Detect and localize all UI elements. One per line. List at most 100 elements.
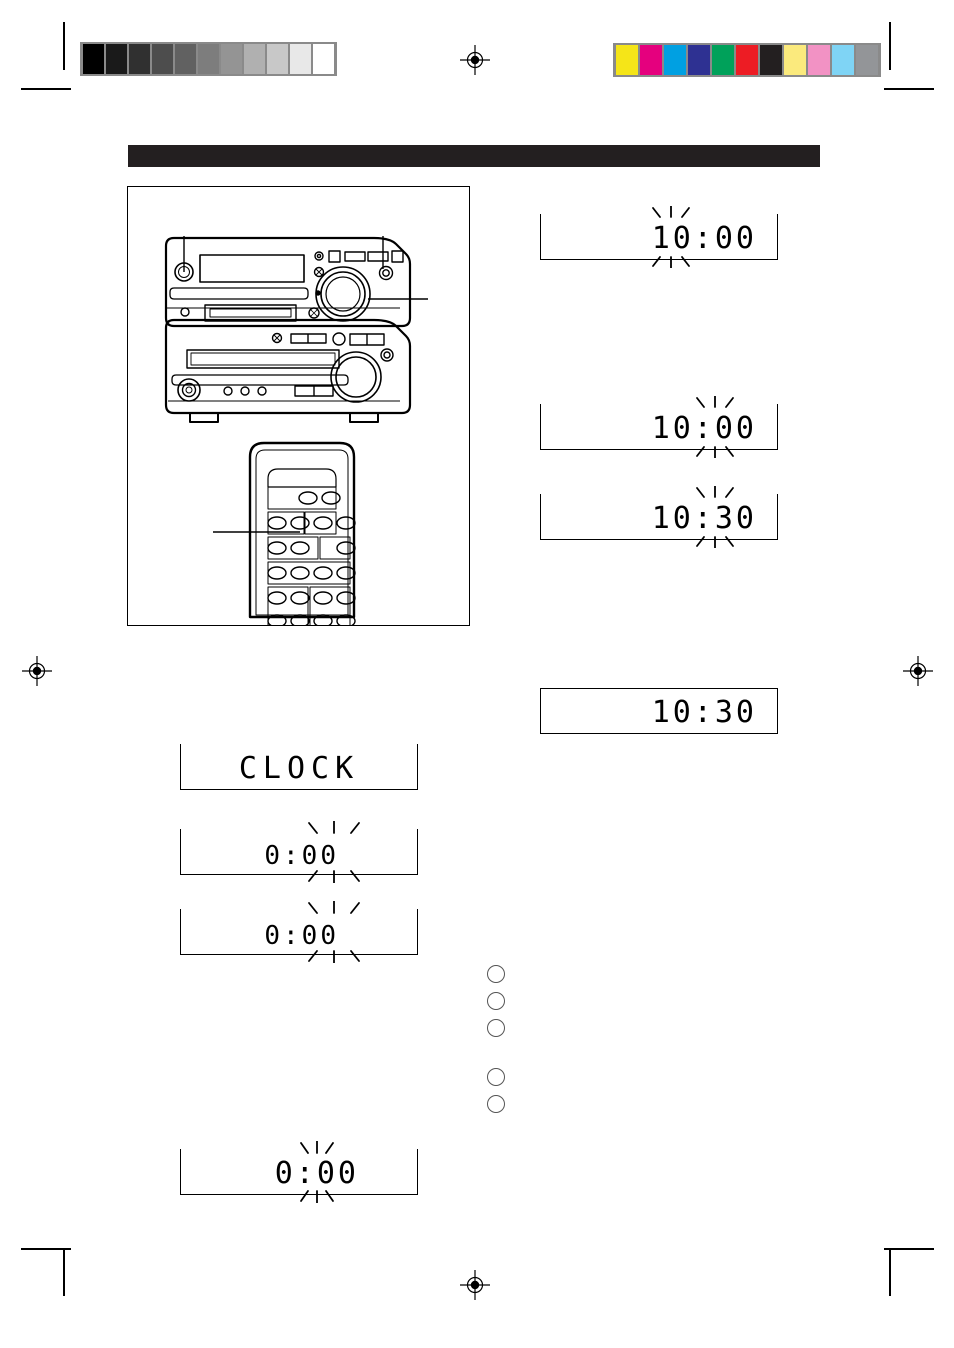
foot-left [189, 412, 219, 423]
preset-button-4 [391, 250, 404, 263]
icon-dot-a [314, 251, 324, 261]
remote-button [336, 591, 356, 605]
icon-dot-c [180, 307, 190, 317]
display-clock-mode: CLOCK [180, 744, 418, 790]
headphone-jack [177, 378, 201, 402]
color-swatch-7 [784, 45, 806, 75]
display-text: 10:30 [651, 501, 757, 536]
gray-swatch-8 [267, 44, 288, 74]
trim-mark-top-right-horizontal [884, 88, 934, 90]
preset-button-1 [328, 250, 341, 263]
step-bullet[interactable] [487, 965, 505, 983]
display-clock-set: 10:30 [540, 688, 778, 734]
lower-side-knob [380, 348, 394, 362]
display-text: 10:00 [651, 411, 757, 446]
remote-button [336, 516, 356, 530]
gray-swatch-7 [244, 44, 265, 74]
remote-button [298, 491, 318, 505]
display-minute-thirty: 10:30 [540, 486, 778, 548]
remote-button [336, 541, 356, 555]
remote-panel-1 [267, 486, 337, 510]
display-minute-setting: 0:00 [180, 901, 418, 963]
color-swatch-2 [664, 45, 686, 75]
icon-dot-f [332, 332, 346, 346]
display-window [199, 254, 305, 283]
remote-panel-3 [267, 536, 319, 560]
indicator-lamp-3 [257, 386, 267, 396]
display-text: 0:00 [264, 841, 339, 871]
display-text: 0:00 [264, 921, 339, 951]
display-hour-ten: 10:00 [540, 206, 778, 268]
remote-button [290, 566, 310, 580]
display-minute-ten: 10:00 [540, 396, 778, 458]
remote-button [313, 516, 333, 530]
trim-mark-top-left-vertical [63, 22, 65, 70]
display-text: CLOCK [238, 751, 360, 786]
registration-target-left [22, 656, 52, 686]
trim-mark-top-left-horizontal [21, 88, 71, 90]
registration-target-right [903, 656, 933, 686]
disc-slot [169, 287, 309, 300]
indicator-lamp-1 [223, 386, 233, 396]
set-button [378, 265, 394, 281]
trim-mark-top-right-vertical [889, 22, 891, 70]
remote-clock-button [267, 541, 287, 555]
registration-target-bottom [460, 1270, 490, 1300]
gray-swatch-0 [83, 44, 104, 74]
step-bullet[interactable] [487, 1068, 505, 1086]
color-swatch-5 [736, 45, 758, 75]
remote-button [290, 541, 310, 555]
remote-button [321, 491, 341, 505]
color-swatch-0 [616, 45, 638, 75]
trim-mark-bottom-right-vertical [889, 1248, 891, 1296]
gray-swatch-6 [221, 44, 242, 74]
remote-button [290, 516, 310, 530]
stereo-system-illustration [164, 236, 428, 634]
trim-mark-bottom-right-horizontal [884, 1248, 934, 1250]
display-hour-setting: 0:00 [180, 821, 418, 883]
gray-swatch-3 [152, 44, 173, 74]
display-text: 0:00 [274, 1156, 359, 1191]
remote-button [267, 516, 287, 530]
gray-swatch-1 [106, 44, 127, 74]
color-swatch-8 [808, 45, 830, 75]
color-swatch-10 [856, 45, 878, 75]
display-text: 10:00 [651, 221, 757, 256]
color-control-patches [613, 43, 881, 77]
gray-swatch-9 [290, 44, 311, 74]
remote-button [267, 591, 287, 605]
cassette-slot [204, 304, 297, 322]
remote-top-curve [267, 468, 337, 488]
registration-target-top [460, 45, 490, 75]
color-swatch-4 [712, 45, 734, 75]
step-bullet[interactable] [487, 1095, 505, 1113]
display-text: 10:30 [651, 695, 757, 730]
section-header-band [128, 145, 820, 167]
preset-button-2 [344, 251, 366, 262]
foot-right [349, 412, 379, 423]
remote-button [336, 566, 356, 580]
gray-swatch-4 [175, 44, 196, 74]
illustration-frame [127, 186, 470, 634]
grayscale-step-wedge [80, 42, 337, 76]
jog-dial-upper [315, 266, 371, 322]
remote-button [313, 591, 333, 605]
remote-button [313, 566, 333, 580]
step-bullet[interactable] [487, 1019, 505, 1037]
color-swatch-6 [760, 45, 782, 75]
remote-button [290, 591, 310, 605]
jog-dial-lower [330, 351, 382, 403]
preset-button-3 [367, 251, 389, 262]
color-swatch-3 [688, 45, 710, 75]
display-hour-blinking: 0:00 [180, 1141, 418, 1203]
trim-mark-bottom-left-vertical [63, 1248, 65, 1296]
gray-swatch-10 [313, 44, 334, 74]
remote-button [267, 566, 287, 580]
color-swatch-1 [640, 45, 662, 75]
indicator-lamp-2 [240, 386, 250, 396]
color-swatch-9 [832, 45, 854, 75]
gray-swatch-2 [129, 44, 150, 74]
trim-mark-bottom-left-horizontal [21, 1248, 71, 1250]
gray-swatch-5 [198, 44, 219, 74]
step-bullet[interactable] [487, 992, 505, 1010]
